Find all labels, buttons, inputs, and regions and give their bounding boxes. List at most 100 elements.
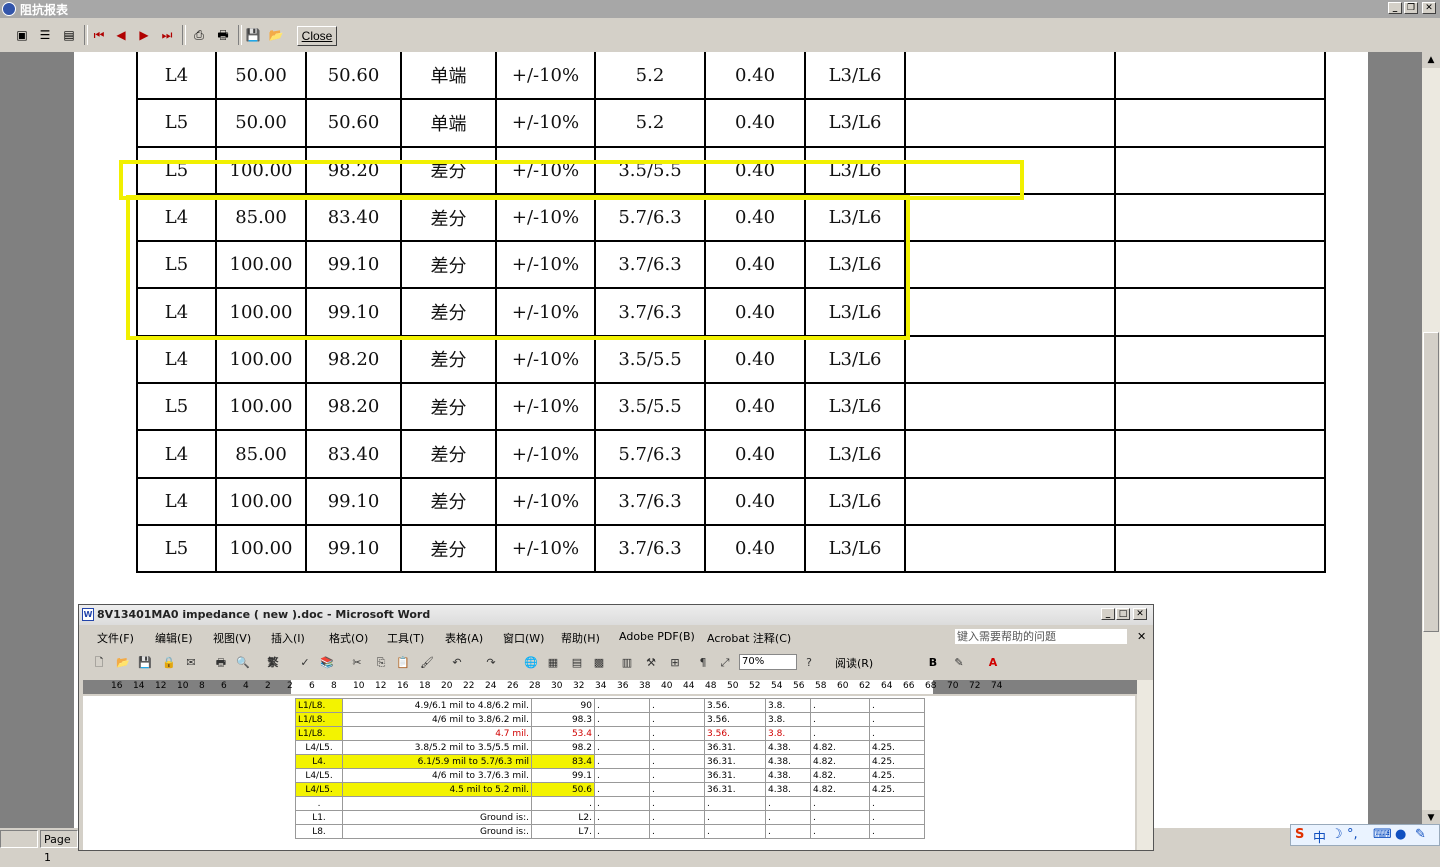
word-table-cell[interactable]: .	[594, 726, 650, 741]
word-table-cell[interactable]: .	[649, 824, 705, 839]
settings-icon[interactable]: ✎	[1415, 827, 1426, 842]
word-table-cell[interactable]: 50.6	[531, 782, 595, 797]
word-table-cell[interactable]: .	[649, 782, 705, 797]
word-table-cell[interactable]: 4.25.	[869, 740, 925, 755]
word-table-cell[interactable]: .	[765, 824, 811, 839]
hyperlink-icon[interactable]: 🌐	[523, 655, 539, 671]
zoom-select[interactable]: 70%	[739, 654, 797, 670]
word-table-cell[interactable]: 53.4	[531, 726, 595, 741]
word-maximize-button[interactable]: □	[1116, 608, 1130, 620]
save-doc-icon[interactable]: 💾	[137, 655, 153, 671]
word-close-button[interactable]: ✕	[1133, 608, 1147, 620]
word-table-cell[interactable]: 90	[531, 698, 595, 713]
scroll-up-icon[interactable]: ▲	[1422, 52, 1440, 68]
print-preview-icon[interactable]: 🔍	[235, 655, 251, 671]
word-table-cell[interactable]: 3.56.	[704, 726, 766, 741]
word-table-cell[interactable]: .	[649, 740, 705, 755]
word-table-cell[interactable]: .	[531, 796, 595, 811]
word-table-cell[interactable]: .	[649, 810, 705, 825]
word-minimize-button[interactable]: _	[1101, 608, 1115, 620]
word-table-cell[interactable]: 4.9/6.1 mil to 4.8/6.2 mil.	[342, 698, 532, 713]
word-table-cell[interactable]: 4.82.	[810, 740, 870, 755]
new-doc-icon[interactable]: 🗋	[91, 655, 107, 671]
tables-borders-icon[interactable]: ▦	[545, 655, 561, 671]
keyboard-icon[interactable]: ⌨	[1373, 827, 1392, 842]
word-table-cell[interactable]: 4.25.	[869, 768, 925, 783]
word-table-cell[interactable]: L4/L5.	[295, 740, 343, 755]
word-table-cell[interactable]: L2.	[531, 810, 595, 825]
menu-acrobat-comments[interactable]: Acrobat 注释(C)	[707, 630, 791, 646]
menu-edit[interactable]: 编辑(E)	[155, 630, 193, 646]
word-table-cell[interactable]: .	[594, 810, 650, 825]
save-icon[interactable]: 💾	[244, 26, 262, 44]
word-table-cell[interactable]: .	[869, 796, 925, 811]
fit-view-icon[interactable]: ▤	[60, 26, 78, 44]
word-table-cell[interactable]: L1.	[295, 810, 343, 825]
word-table-cell[interactable]: .	[649, 726, 705, 741]
word-table-cell[interactable]: 4.82.	[810, 782, 870, 797]
word-table-cell[interactable]: .	[594, 796, 650, 811]
moon-icon[interactable]: ☽	[1331, 827, 1343, 842]
word-table-cell[interactable]: .	[649, 698, 705, 713]
restore-button[interactable]: ❐	[1404, 2, 1418, 14]
menu-table[interactable]: 表格(A)	[445, 630, 483, 646]
user-icon[interactable]: ●	[1395, 827, 1406, 842]
email-icon[interactable]: ✉	[183, 655, 199, 671]
word-table-cell[interactable]: 98.3	[531, 712, 595, 727]
word-table-cell[interactable]: 4.82.	[810, 754, 870, 769]
format-painter-icon[interactable]: 🖌	[419, 655, 435, 671]
word-table-cell[interactable]: .	[765, 796, 811, 811]
word-table-cell[interactable]: .	[869, 810, 925, 825]
word-table-cell[interactable]: .	[594, 698, 650, 713]
word-table-cell[interactable]: 36.31.	[704, 754, 766, 769]
word-table-cell[interactable]: .	[594, 712, 650, 727]
word-table-cell[interactable]: .	[810, 796, 870, 811]
columns-icon[interactable]: ▥	[619, 655, 635, 671]
word-table-cell[interactable]: L1/L8.	[295, 698, 343, 713]
help-search-input[interactable]: 键入需要帮助的问题	[955, 629, 1127, 644]
word-table-cell[interactable]: .	[810, 810, 870, 825]
cut-icon[interactable]: ✂	[349, 655, 365, 671]
word-table-cell[interactable]: 4.25.	[869, 782, 925, 797]
trad-chinese-icon[interactable]: 繁	[265, 655, 281, 671]
last-page-icon[interactable]: ⏭	[158, 26, 176, 44]
word-table-cell[interactable]: 4/6 mil to 3.7/6.3 mil.	[342, 768, 532, 783]
word-table-cell[interactable]: 4.38.	[765, 768, 811, 783]
word-table-cell[interactable]: 4.38.	[765, 782, 811, 797]
word-table-cell[interactable]: L4/L5.	[295, 782, 343, 797]
menu-view[interactable]: 视图(V)	[213, 630, 251, 646]
zoom-icon[interactable]: ⤢	[717, 655, 733, 671]
sogou-icon[interactable]: S	[1295, 827, 1304, 842]
word-table-cell[interactable]: .	[810, 824, 870, 839]
word-table-cell[interactable]: 3.56.	[704, 698, 766, 713]
research-icon[interactable]: 📚	[319, 655, 335, 671]
word-table-cell[interactable]: 3.8/5.2 mil to 3.5/5.5 mil.	[342, 740, 532, 755]
insert-table-icon[interactable]: ▤	[569, 655, 585, 671]
word-table-cell[interactable]: 4.7 mil.	[342, 726, 532, 741]
open-doc-icon[interactable]: 📂	[115, 655, 131, 671]
list-view-icon[interactable]: ☰	[36, 26, 54, 44]
word-table-cell[interactable]: .	[765, 810, 811, 825]
menu-tools[interactable]: 工具(T)	[387, 630, 424, 646]
word-table-cell[interactable]: 3.56.	[704, 712, 766, 727]
close-doc-icon[interactable]: ✕	[1137, 630, 1146, 643]
word-table-cell[interactable]: 4.82.	[810, 768, 870, 783]
menu-help[interactable]: 帮助(H)	[561, 630, 600, 646]
next-page-icon[interactable]: ▶	[135, 26, 153, 44]
word-table-cell[interactable]: 99.1	[531, 768, 595, 783]
word-table-cell[interactable]: .	[704, 824, 766, 839]
insert-excel-icon[interactable]: ▩	[591, 655, 607, 671]
word-table-cell[interactable]: .	[649, 768, 705, 783]
word-table-cell[interactable]: Ground is:.	[342, 810, 532, 825]
paste-icon[interactable]: 📋	[395, 655, 411, 671]
print-setup-icon[interactable]: ⎙	[190, 26, 208, 44]
minimize-button[interactable]: _	[1388, 2, 1402, 14]
font-color-icon[interactable]: A	[985, 655, 1001, 671]
word-table-cell[interactable]: 4.38.	[765, 740, 811, 755]
close-button[interactable]: Close	[297, 26, 337, 46]
menu-adobe-pdf[interactable]: Adobe PDF(B)	[619, 630, 695, 643]
close-window-button[interactable]: ✕	[1422, 2, 1436, 14]
word-table-cell[interactable]: Ground is:.	[342, 824, 532, 839]
word-table-cell[interactable]: .	[704, 810, 766, 825]
scroll-thumb[interactable]	[1423, 332, 1439, 632]
